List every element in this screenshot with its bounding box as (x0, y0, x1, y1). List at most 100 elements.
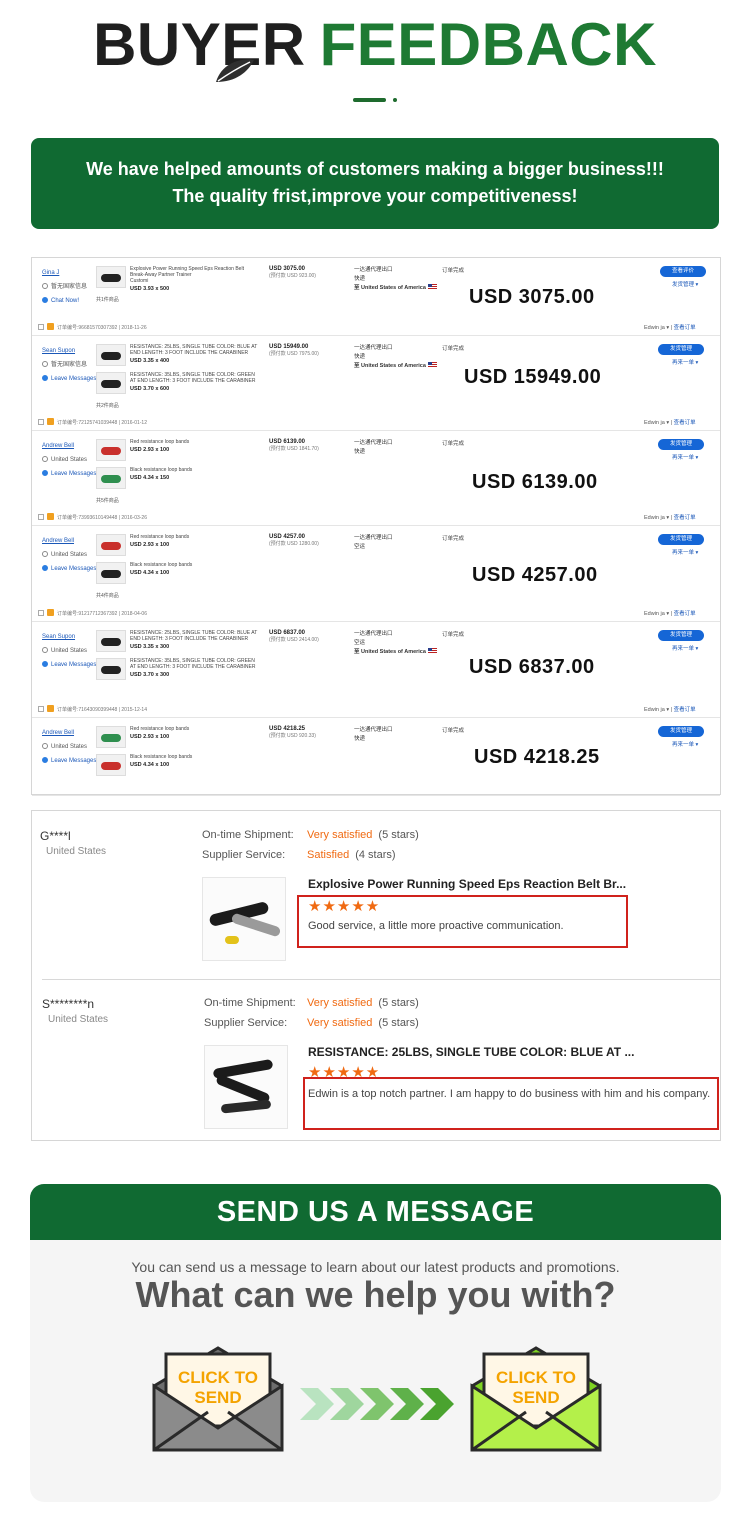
product-info: Black resistance loop bands USD 4.34 x 1… (130, 562, 260, 576)
product-description[interactable]: RESISTANCE: 35LBS, SINGLE TUBE COLOR: GR… (130, 372, 256, 384)
product-info: RESISTANCE: 25LBS, SINGLE TUBE COLOR: BL… (130, 344, 260, 364)
view-order-link[interactable]: 查看订单 (674, 325, 696, 331)
service-label: Supplier Service: (202, 849, 286, 861)
product-description[interactable]: Red resistance loop bands (130, 439, 189, 445)
order-secondary-link[interactable]: 再来一单 ▾ (672, 453, 698, 461)
send-message-button-green[interactable]: CLICK TO SEND (470, 1342, 602, 1452)
us-flag-icon (427, 648, 437, 654)
order-secondary-link[interactable]: 再来一单 ▾ (672, 358, 698, 366)
contact-link[interactable]: Leave Messages (51, 662, 96, 668)
product-description[interactable]: Red resistance loop bands (130, 726, 189, 732)
product-thumbnail[interactable] (202, 877, 286, 961)
order-action-button[interactable]: 发货管理 (658, 344, 704, 355)
agent-name[interactable]: Edwin ja ▾ (644, 611, 669, 617)
order-secondary-link[interactable]: 再来一单 ▾ (672, 548, 698, 556)
product-description[interactable]: Black resistance loop bands (130, 467, 192, 473)
contact-link[interactable]: Leave Messages (51, 566, 96, 572)
order-number[interactable]: 订单编号:71643090399448 (57, 707, 117, 713)
reviewer-country: United States (46, 846, 107, 857)
contact-link[interactable]: Leave Messages (51, 376, 96, 382)
promo-banner: We have helped amounts of customers maki… (31, 138, 719, 229)
title-word-feedback: FEEDBACK (319, 11, 657, 78)
order-row: Andrew Bell United States Leave Messages… (32, 718, 720, 796)
shipping-method: 快递 (354, 354, 366, 360)
product-thumbnail[interactable] (96, 630, 126, 652)
order-secondary-link[interactable]: 发货管理 ▾ (672, 280, 698, 288)
order-checkbox[interactable] (38, 514, 44, 520)
product-unit-price: USD 4.34 x 100 (130, 570, 170, 576)
product-thumbnail[interactable] (96, 534, 126, 556)
product-thumbnail[interactable] (96, 467, 126, 489)
product-unit-price: USD 2.93 x 100 (130, 542, 170, 548)
destination: 至 United States of America (354, 284, 437, 293)
order-action-button[interactable]: 发货管理 (658, 534, 704, 545)
view-order-link[interactable]: 查看订单 (674, 515, 696, 521)
review-product-title[interactable]: RESISTANCE: 25LBS, SINGLE TUBE COLOR: BL… (308, 1045, 634, 1059)
product-thumbnail[interactable] (204, 1045, 288, 1129)
product-thumbnail[interactable] (96, 562, 126, 584)
buyer-name[interactable]: Sean Supon (42, 634, 75, 640)
product-info: RESISTANCE: 25LBS, SINGLE TUBE COLOR: BL… (130, 630, 260, 650)
order-secondary-link[interactable]: 再来一单 ▾ (672, 740, 698, 748)
order-checkbox[interactable] (38, 419, 44, 425)
review-product-title[interactable]: Explosive Power Running Speed Eps Reacti… (308, 877, 626, 891)
product-thumbnail[interactable] (96, 754, 126, 776)
location-icon (42, 283, 48, 289)
product-info: Explosive Power Running Speed Eps Reacti… (130, 266, 260, 292)
title-underline-dot (393, 98, 397, 102)
view-order-link[interactable]: 查看订单 (674, 707, 696, 713)
product-unit-price: USD 4.34 x 100 (130, 762, 170, 768)
product-description[interactable]: RESISTANCE: 25LBS, SINGLE TUBE COLOR: BL… (130, 344, 257, 356)
product-thumbnail[interactable] (96, 658, 126, 680)
buyer-name[interactable]: Sean Supon (42, 348, 75, 354)
product-description[interactable]: Black resistance loop bands (130, 754, 192, 760)
us-flag-icon (427, 362, 437, 368)
order-checkbox[interactable] (38, 610, 44, 616)
view-order-link[interactable]: 查看订单 (674, 611, 696, 617)
order-status: 订单完成 (442, 728, 465, 734)
product-thumbnail[interactable] (96, 372, 126, 394)
agent-name[interactable]: Edwin ja ▾ (644, 420, 669, 426)
contact-link[interactable]: Leave Messages (51, 758, 96, 764)
order-number[interactable]: 订单编号:72125741039448 (57, 420, 117, 426)
contact-section: SEND US A MESSAGE You can send us a mess… (30, 1184, 721, 1502)
product-thumbnail[interactable] (96, 726, 126, 748)
buyer-name[interactable]: Andrew Bell (42, 538, 74, 544)
product-thumbnail[interactable] (96, 344, 126, 366)
buyer-info: Gina J 暂无国家信息 Chat Now! (42, 266, 87, 308)
service-label: Supplier Service: (204, 1017, 288, 1029)
order-number[interactable]: 订单编号:96681570307392 (57, 325, 117, 331)
order-action-button[interactable]: 发货管理 (658, 726, 704, 737)
buyer-name[interactable]: Gina J (42, 270, 59, 276)
order-number[interactable]: 订单编号:91217712367392 (57, 611, 117, 617)
contact-link[interactable]: Leave Messages (51, 471, 96, 477)
product-unit-price: USD 2.93 x 100 (130, 447, 170, 453)
agent-name[interactable]: Edwin ja ▾ (644, 707, 669, 713)
product-description[interactable]: Black resistance loop bands (130, 562, 192, 568)
send-message-button-gray[interactable]: CLICK TO SEND (152, 1342, 284, 1452)
product-thumbnail[interactable] (96, 439, 126, 461)
contact-subtitle: You can send us a message to learn about… (131, 1259, 620, 1275)
product-description[interactable]: Red resistance loop bands (130, 534, 189, 540)
order-checkbox[interactable] (38, 706, 44, 712)
agent-name[interactable]: Edwin ja ▾ (644, 325, 669, 331)
product-description[interactable]: RESISTANCE: 25LBS, SINGLE TUBE COLOR: BL… (130, 630, 257, 642)
product-description[interactable]: Explosive Power Running Speed Eps Reacti… (130, 266, 244, 278)
order-number[interactable]: 订单编号:73993610149448 (57, 515, 117, 521)
destination: 至 United States of America (354, 362, 437, 371)
contact-link[interactable]: Chat Now! (51, 298, 79, 304)
banner-line-1: We have helped amounts of customers maki… (86, 159, 664, 179)
buyer-name[interactable]: Andrew Bell (42, 443, 74, 449)
product-description[interactable]: RESISTANCE: 35LBS, SINGLE TUBE COLOR: GR… (130, 658, 256, 670)
order-secondary-link[interactable]: 再来一单 ▾ (672, 644, 698, 652)
agent-name[interactable]: Edwin ja ▾ (644, 515, 669, 521)
order-action-button[interactable]: 发货管理 (658, 439, 704, 450)
view-order-link[interactable]: 查看订单 (674, 420, 696, 426)
order-checkbox[interactable] (38, 324, 44, 330)
order-action-button[interactable]: 发货管理 (658, 630, 704, 641)
order-action-button[interactable]: 查看评价 (660, 266, 706, 277)
product-thumbnail[interactable] (96, 266, 126, 288)
buyer-name[interactable]: Andrew Bell (42, 730, 74, 736)
order-list: Gina J 暂无国家信息 Chat Now! Explosive Power … (31, 257, 721, 796)
leaf-icon (216, 59, 254, 82)
